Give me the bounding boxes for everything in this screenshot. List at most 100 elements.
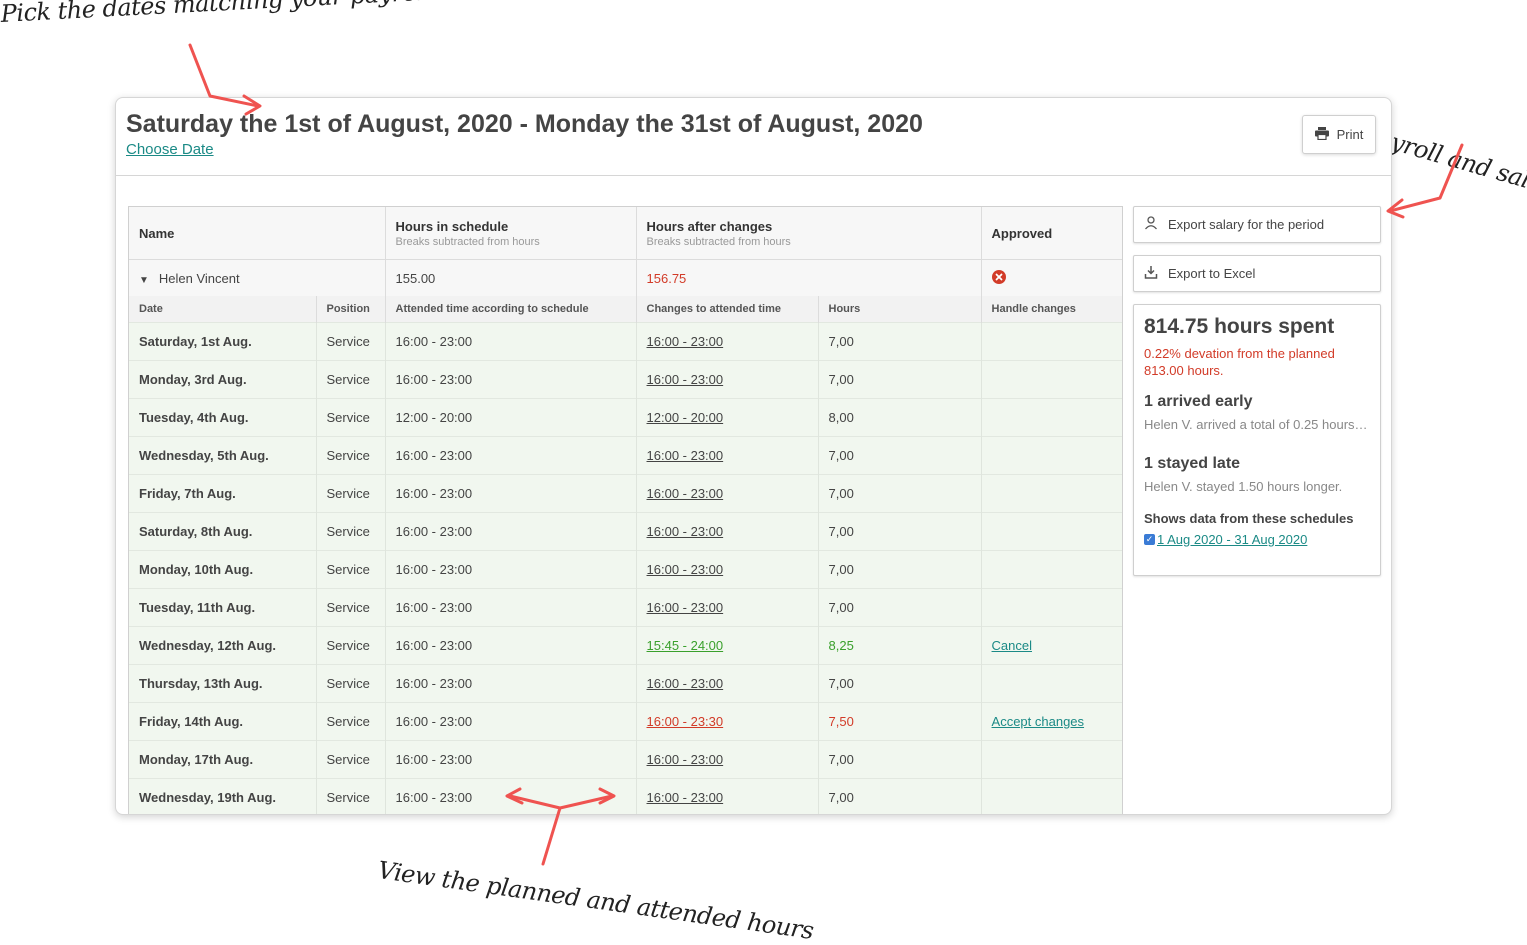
row-action: Cancel	[981, 626, 1122, 665]
approval-status	[981, 259, 1122, 296]
row-position: Service	[316, 436, 386, 475]
deviation-line-2: 813.00 hours.	[1144, 363, 1224, 378]
table-row: Tuesday, 4th Aug. Service 12:00 - 20:00 12:…	[129, 398, 1122, 437]
row-planned-time: 12:00 - 20:00	[385, 398, 637, 437]
schedule-link[interactable]: 1 Aug 2020 - 31 Aug 2020	[1157, 532, 1307, 547]
col-header-hours-schedule: Hours in schedule Breaks subtracted from …	[385, 207, 637, 260]
row-hours: 7,00	[818, 778, 982, 814]
row-position: Service	[316, 664, 386, 703]
row-planned-time: 16:00 - 23:00	[385, 778, 637, 814]
sub-col-position: Position	[316, 296, 386, 323]
print-label: Print	[1336, 127, 1364, 142]
row-action	[981, 360, 1122, 399]
table-row: Friday, 14th Aug. Service 16:00 - 23:00 16:…	[129, 702, 1122, 741]
row-date: Thursday, 13th Aug.	[129, 664, 317, 703]
row-position: Service	[316, 474, 386, 513]
row-action: Accept changes	[981, 702, 1122, 741]
row-changed-time[interactable]: 16:00 - 23:00	[636, 778, 819, 814]
export-salary-button[interactable]: Export salary for the period	[1133, 206, 1381, 243]
table-row: Wednesday, 5th Aug. Service 16:00 - 23:00 1…	[129, 436, 1122, 475]
col-header-hours-after: Hours after changes Breaks subtracted fro…	[636, 207, 982, 260]
payroll-table: Name Hours in schedule Breaks subtracted …	[128, 206, 1123, 814]
row-changed-time[interactable]: 16:00 - 23:00	[636, 588, 819, 627]
arrived-early-heading: 1 arrived early	[1144, 393, 1253, 410]
export-salary-label: Export salary for the period	[1168, 217, 1325, 232]
person-scheduled-hours: 155.00	[385, 259, 637, 296]
table-row: Monday, 10th Aug. Service 16:00 - 23:00 16:…	[129, 550, 1122, 589]
row-date: Monday, 17th Aug.	[129, 740, 317, 779]
download-icon	[1144, 265, 1158, 282]
row-date: Tuesday, 4th Aug.	[129, 398, 317, 437]
row-planned-time: 16:00 - 23:00	[385, 436, 637, 475]
deviation-line-1: 0.22% devation from the planned	[1144, 346, 1335, 361]
row-date: Friday, 7th Aug.	[129, 474, 317, 513]
row-planned-time: 16:00 - 23:00	[385, 626, 637, 665]
row-hours: 7,00	[818, 436, 982, 475]
schedule-filter[interactable]: ✓ 1 Aug 2020 - 31 Aug 2020	[1144, 532, 1370, 547]
caret-down-icon[interactable]: ▼	[139, 275, 149, 286]
table-row: Wednesday, 19th Aug. Service 16:00 - 23:00…	[129, 778, 1122, 814]
person-row[interactable]: ▼ Helen Vincent 155.00 156.75	[129, 259, 1122, 296]
row-changed-time[interactable]: 16:00 - 23:00	[636, 474, 819, 513]
row-action	[981, 436, 1122, 475]
schedules-heading: Shows data from these schedules	[1144, 511, 1354, 526]
row-changed-time[interactable]: 16:00 - 23:00	[636, 360, 819, 399]
row-changed-time[interactable]: 16:00 - 23:00	[636, 512, 819, 551]
print-button[interactable]: Print	[1302, 115, 1376, 154]
export-excel-label: Export to Excel	[1168, 266, 1256, 281]
row-position: Service	[316, 626, 386, 665]
accept-changes-link[interactable]: Accept changes	[992, 714, 1085, 729]
row-changed-time[interactable]: 15:45 - 24:00	[636, 626, 819, 665]
table-row: Friday, 7th Aug. Service 16:00 - 23:00 16:0…	[129, 474, 1122, 513]
annotation-view-hours: View the planned and attended hours	[376, 856, 816, 945]
row-position: Service	[316, 702, 386, 741]
export-excel-button[interactable]: Export to Excel	[1133, 255, 1381, 292]
choose-date-link[interactable]: Choose Date	[126, 141, 214, 158]
table-row: Wednesday, 12th Aug. Service 16:00 - 23:00…	[129, 626, 1122, 665]
sub-header-row: Date Position Attended time according to…	[129, 296, 1122, 323]
row-hours: 7,00	[818, 740, 982, 779]
table-row: Monday, 3rd Aug. Service 16:00 - 23:00 16:0…	[129, 360, 1122, 399]
row-date: Saturday, 8th Aug.	[129, 512, 317, 551]
checkbox-checked-icon[interactable]: ✓	[1144, 534, 1155, 545]
row-planned-time: 16:00 - 23:00	[385, 664, 637, 703]
page-title: Saturday the 1st of August, 2020 - Monda…	[126, 110, 923, 138]
table-row: Saturday, 8th Aug. Service 16:00 - 23:00 16…	[129, 512, 1122, 551]
row-changed-time[interactable]: 12:00 - 20:00	[636, 398, 819, 437]
row-planned-time: 16:00 - 23:00	[385, 360, 637, 399]
col-header-name: Name	[129, 207, 386, 260]
row-position: Service	[316, 512, 386, 551]
cancel-change-link[interactable]: Cancel	[992, 638, 1032, 653]
row-hours: 7,00	[818, 512, 982, 551]
row-hours: 8,25	[818, 626, 982, 665]
user-icon	[1144, 216, 1158, 233]
sub-col-changes: Changes to attended time	[636, 296, 819, 323]
row-hours: 7,00	[818, 588, 982, 627]
col-header-approved: Approved	[981, 207, 1122, 260]
row-hours: 7,50	[818, 702, 982, 741]
table-row: Thursday, 13th Aug. Service 16:00 - 23:00 1…	[129, 664, 1122, 703]
row-changed-time[interactable]: 16:00 - 23:00	[636, 436, 819, 475]
row-changed-time[interactable]: 16:00 - 23:00	[636, 550, 819, 589]
row-changed-time[interactable]: 16:00 - 23:00	[636, 740, 819, 779]
sub-col-hours: Hours	[818, 296, 982, 323]
row-changed-time[interactable]: 16:00 - 23:30	[636, 702, 819, 741]
row-date: Tuesday, 11th Aug.	[129, 588, 317, 627]
row-planned-time: 16:00 - 23:00	[385, 740, 637, 779]
sub-col-date: Date	[129, 296, 317, 323]
row-planned-time: 16:00 - 23:00	[385, 588, 637, 627]
row-action	[981, 778, 1122, 814]
sub-col-attended: Attended time according to schedule	[385, 296, 637, 323]
row-changed-time[interactable]: 16:00 - 23:00	[636, 322, 819, 361]
row-action	[981, 664, 1122, 703]
row-position: Service	[316, 550, 386, 589]
deviation-text: 0.22% devation from the planned 813.00 h…	[1144, 345, 1370, 379]
person-after-hours: 156.75	[636, 259, 982, 296]
not-approved-icon	[991, 269, 1006, 287]
stayed-late-heading: 1 stayed late	[1144, 455, 1241, 472]
row-action	[981, 474, 1122, 513]
row-changed-time[interactable]: 16:00 - 23:00	[636, 664, 819, 703]
row-planned-time: 16:00 - 23:00	[385, 474, 637, 513]
sub-col-handle: Handle changes	[981, 296, 1122, 323]
row-date: Monday, 10th Aug.	[129, 550, 317, 589]
